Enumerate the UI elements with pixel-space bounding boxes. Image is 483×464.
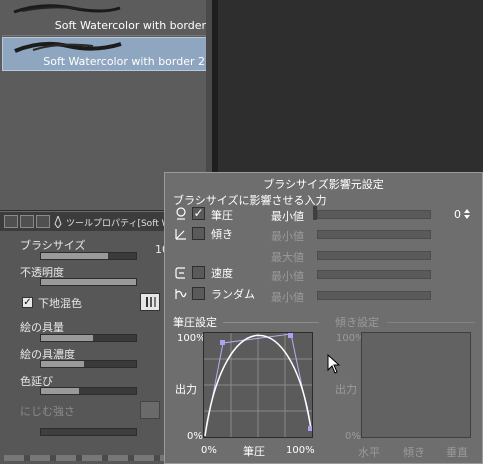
pressure-settings-label: 筆圧設定	[173, 316, 217, 329]
pressure-curve[interactable]	[204, 333, 312, 437]
pressure-curve-graph[interactable]	[203, 332, 313, 438]
tilt-y-mid: 出力	[335, 383, 357, 396]
slider-handle[interactable]	[313, 206, 317, 220]
brush-size-dynamics-dialog: ブラシサイズ影響元設定 ブラシサイズに影響させる入力 ✓ 筆圧 最小値 0 傾き…	[164, 172, 483, 464]
paint-amount-label: 絵の具量	[20, 321, 64, 334]
tilt-label: 傾き	[211, 228, 233, 241]
mix-mode-button[interactable]	[140, 293, 160, 311]
brush-stroke-preview	[13, 4, 121, 14]
layer-icon[interactable]	[20, 215, 34, 228]
color-stretch-slider[interactable]	[40, 387, 137, 395]
dialog-title: ブラシサイズ影響元設定	[263, 178, 384, 191]
brush-item[interactable]: Soft Watercolor with border	[2, 0, 210, 34]
preview-strip	[4, 455, 164, 461]
paint-amount-slider[interactable]	[40, 334, 137, 342]
brush-stroke-preview	[14, 41, 122, 53]
pen-pressure-min-slider[interactable]	[317, 210, 431, 219]
speed-icon	[174, 266, 188, 280]
random-min-slider[interactable]	[317, 291, 431, 300]
blur-settings-button[interactable]	[140, 401, 160, 419]
tilt-min-label: 最小値	[271, 230, 304, 243]
opacity-slider[interactable]	[40, 278, 137, 286]
paint-density-slider[interactable]	[40, 360, 137, 368]
separator	[387, 322, 475, 323]
panel-menu-icon[interactable]	[4, 215, 18, 228]
random-min-label: 最小値	[271, 291, 304, 304]
tilt-checkbox[interactable]	[192, 227, 205, 240]
speed-label: 速度	[211, 267, 233, 280]
underlying-mix-checkbox[interactable]: ✓	[22, 297, 33, 308]
pen-icon	[54, 214, 62, 229]
separator	[223, 322, 319, 323]
pressure-y-mid: 出力	[175, 383, 197, 396]
canvas-area	[218, 0, 483, 172]
tilt-min-slider[interactable]	[317, 230, 431, 239]
tilt-x-vertical: 垂直	[446, 446, 468, 459]
tilt-x-tilt: 傾き	[403, 446, 425, 459]
tilt-max-label: 最大値	[271, 251, 304, 264]
blur-strength-slider[interactable]	[40, 428, 137, 436]
random-label: ランダム	[211, 288, 255, 301]
mouse-cursor-icon	[327, 354, 341, 374]
tilt-settings-label: 傾き設定	[335, 316, 379, 329]
sub-tool-icon[interactable]	[36, 215, 50, 228]
pressure-y-bottom: 0%	[187, 431, 203, 442]
brush-name: Soft Watercolor with border 2	[43, 55, 205, 68]
random-icon	[174, 287, 188, 301]
brush-size-slider[interactable]	[40, 252, 137, 260]
pressure-x-mid: 筆圧	[243, 445, 265, 458]
tilt-y-bottom: 0%	[345, 431, 361, 442]
underlying-mix-label: 下地混色	[38, 297, 82, 310]
pen-pressure-checkbox[interactable]: ✓	[192, 207, 205, 220]
pressure-x-left: 0%	[201, 445, 217, 456]
brush-item-selected[interactable]: Soft Watercolor with border 2	[2, 37, 210, 71]
random-checkbox[interactable]	[192, 287, 205, 300]
brush-name: Soft Watercolor with border	[54, 19, 206, 32]
speed-checkbox[interactable]	[192, 266, 205, 279]
tilt-max-slider[interactable]	[317, 251, 431, 260]
pressure-y-top: 100%	[177, 333, 206, 344]
tilt-x-horizontal: 水平	[358, 446, 380, 459]
tool-property-tab[interactable]: ツールプロパティ[Soft Wa	[66, 216, 175, 229]
brush-size-label: ブラシサイズ	[20, 239, 86, 252]
speed-min-slider[interactable]	[317, 270, 431, 279]
tilt-curve-graph	[361, 332, 471, 438]
min-value: 0	[454, 208, 461, 221]
pressure-x-right: 100%	[286, 445, 315, 456]
min-value-label: 最小値	[271, 210, 304, 223]
pen-pressure-label: 筆圧	[211, 209, 233, 222]
pen-pressure-icon	[174, 207, 188, 221]
speed-min-label: 最小値	[271, 270, 304, 283]
blur-strength-label: にじむ強さ	[20, 405, 75, 418]
tilt-icon	[174, 227, 188, 241]
spinner-arrows-icon[interactable]	[463, 208, 471, 220]
